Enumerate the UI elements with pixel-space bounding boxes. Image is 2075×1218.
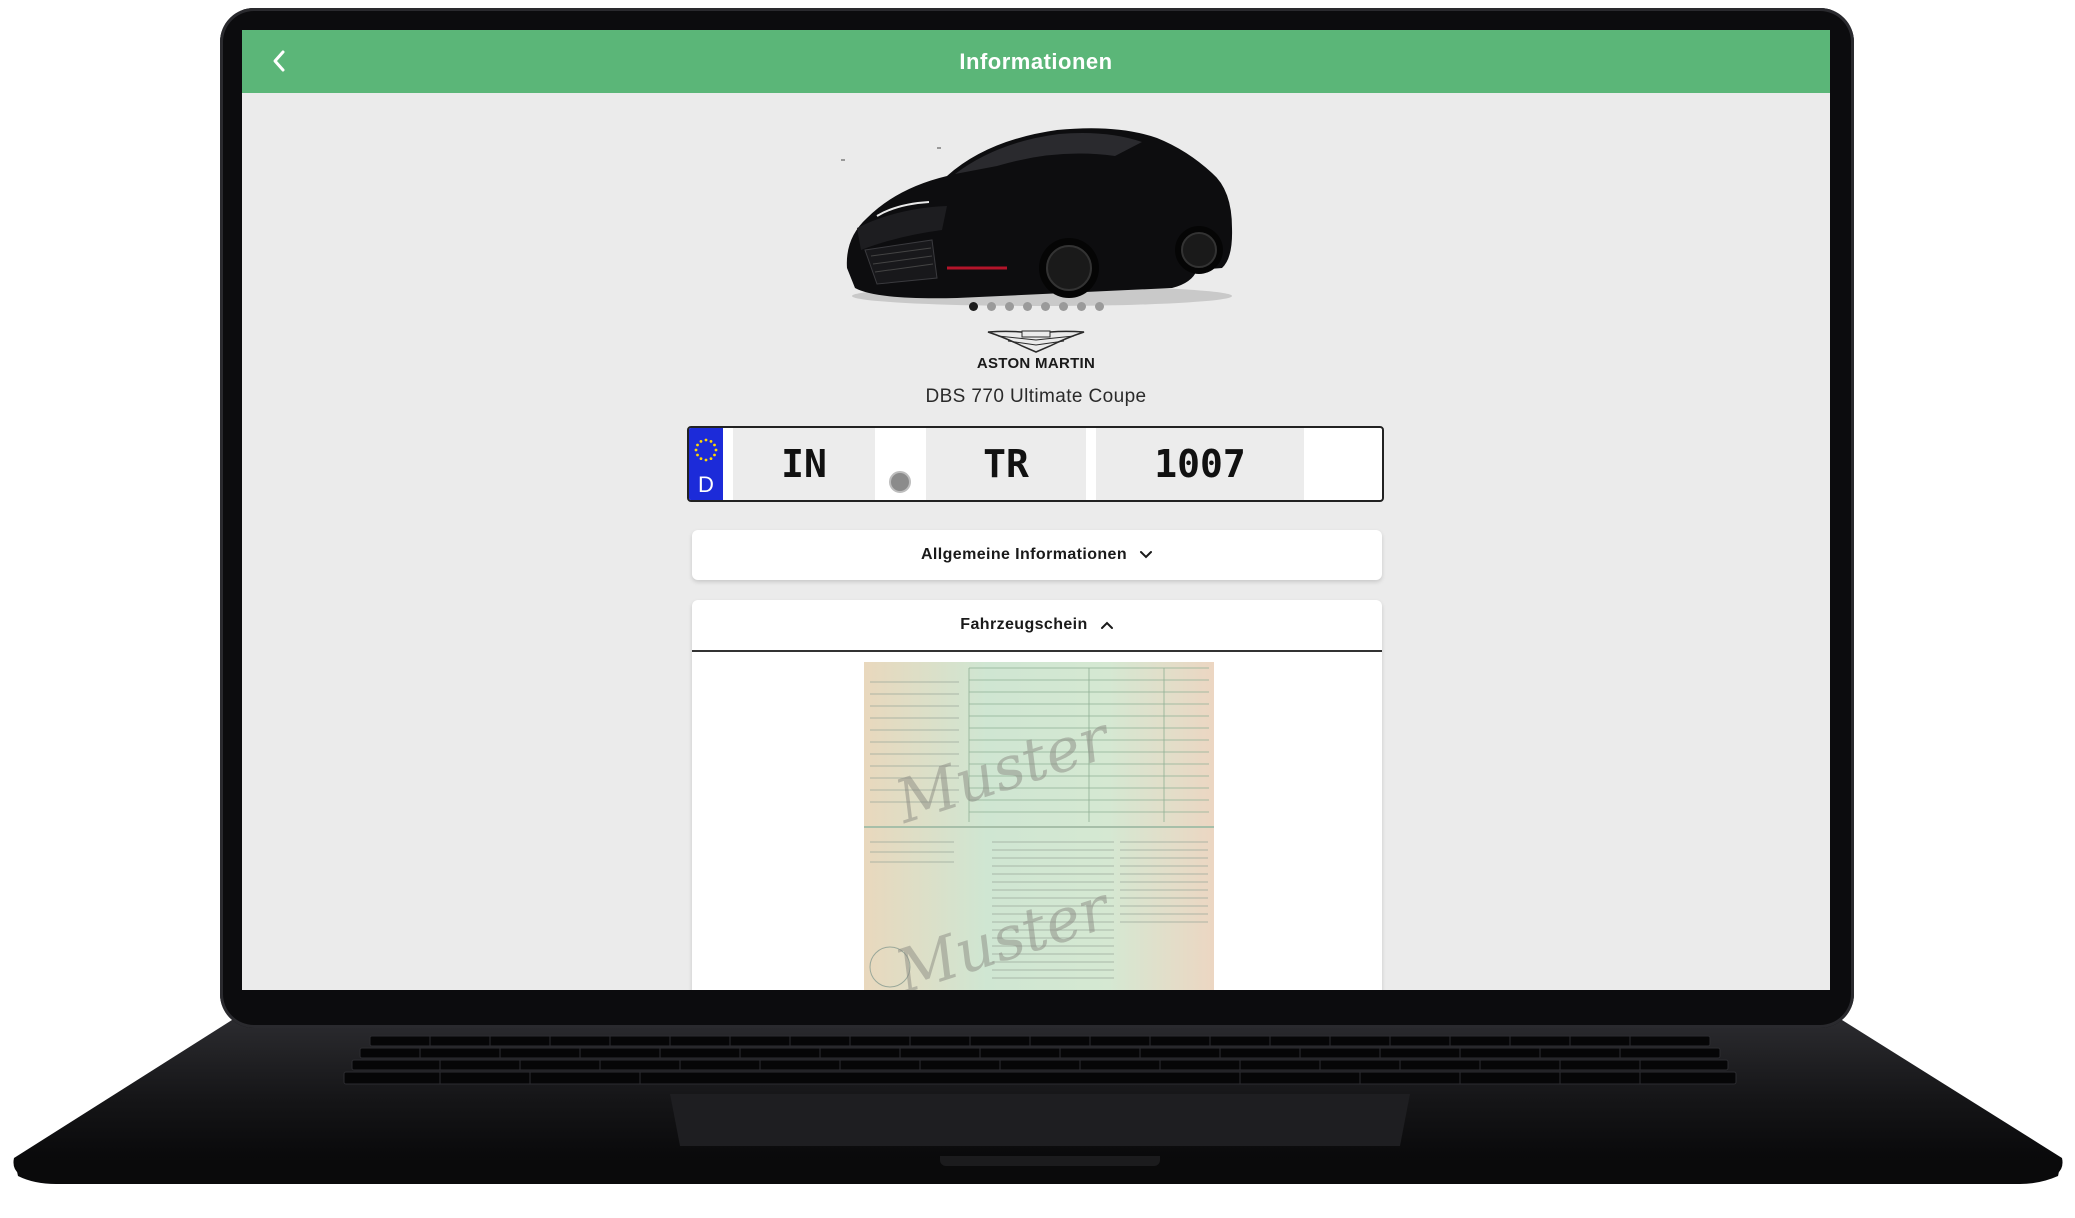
carousel-dots bbox=[242, 302, 1830, 314]
carousel-dot[interactable] bbox=[1094, 302, 1104, 311]
chevron-up-icon bbox=[1100, 621, 1113, 629]
plate-country-code: D bbox=[698, 472, 714, 497]
carousel-dot[interactable] bbox=[1022, 302, 1032, 311]
vehicle-registration-document-image[interactable]: Muster Muster bbox=[864, 662, 1214, 990]
car-image[interactable] bbox=[837, 118, 1237, 318]
plate-district: IN bbox=[733, 428, 875, 500]
general-info-toggle[interactable]: Allgemeine Informationen bbox=[692, 530, 1382, 580]
laptop-lip bbox=[940, 1156, 1160, 1166]
car-illustration bbox=[841, 128, 1233, 306]
app-header: Informationen bbox=[242, 30, 1830, 93]
carousel-dot[interactable] bbox=[1076, 302, 1086, 311]
plate-number: 1007 bbox=[1096, 428, 1304, 500]
eu-band: D bbox=[689, 428, 723, 500]
page-title: Informationen bbox=[959, 49, 1113, 74]
registration-toggle[interactable]: Fahrzeugschein bbox=[692, 600, 1382, 652]
keyboard bbox=[343, 1035, 1737, 1085]
model-name: DBS 770 Ultimate Coupe bbox=[925, 386, 1147, 407]
registration-seal-icon bbox=[889, 471, 911, 493]
brand-name: ASTON MARTIN bbox=[976, 355, 1096, 372]
carousel-dot[interactable] bbox=[1040, 302, 1050, 311]
eu-stars-icon bbox=[694, 438, 718, 462]
chevron-down-icon bbox=[1140, 551, 1153, 559]
carousel-dot[interactable] bbox=[1058, 302, 1068, 311]
carousel-dot[interactable] bbox=[1004, 302, 1014, 311]
app-screen: Informationen ASTON MARTIN DBS 770 Ultim… bbox=[242, 30, 1830, 990]
general-info-section: Allgemeine Informationen bbox=[692, 530, 1382, 580]
registration-section: Fahrzeugschein Muster Muster bbox=[692, 600, 1382, 990]
carousel-dot[interactable] bbox=[986, 302, 996, 311]
plate-letters: TR bbox=[926, 428, 1086, 500]
aston-martin-logo-icon bbox=[987, 330, 1085, 353]
general-info-label: Allgemeine Informationen bbox=[920, 546, 1128, 563]
carousel-dot[interactable] bbox=[968, 302, 978, 311]
touchpad bbox=[670, 1094, 1410, 1146]
registration-label: Fahrzeugschein bbox=[960, 616, 1088, 633]
license-plate: D IN TR 1007 bbox=[687, 426, 1384, 502]
